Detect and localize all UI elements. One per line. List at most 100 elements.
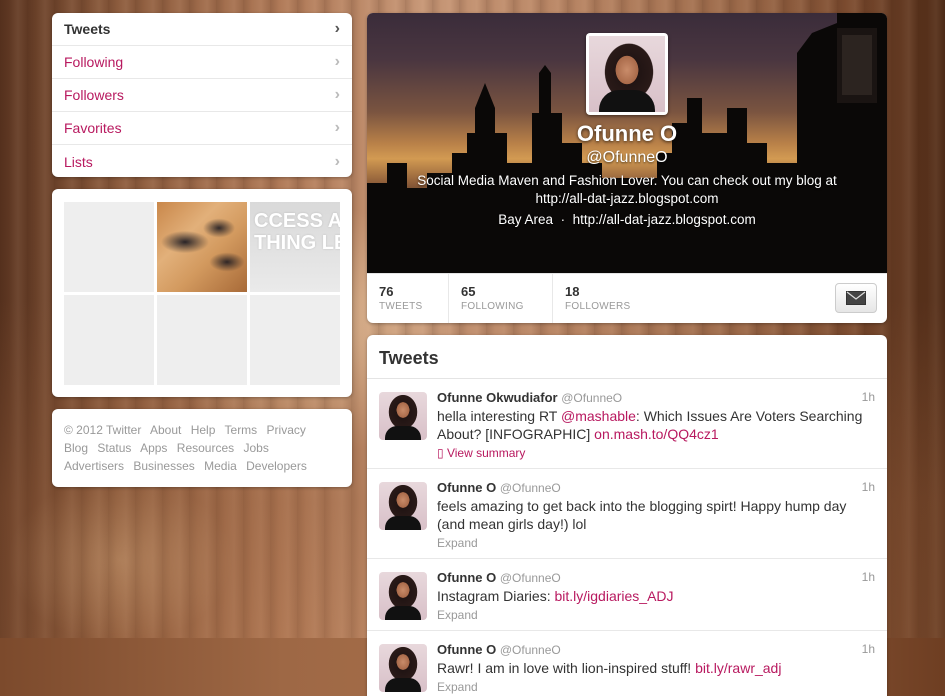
footer-link-media[interactable]: Media [204,459,237,473]
tweet-text: Instagram Diaries: bit.ly/igdiaries_ADJ [437,587,875,605]
footer-link-help[interactable]: Help [191,423,216,437]
tweet-item[interactable]: Ofunne O @OfunneO 1h Instagram Diaries: … [367,559,887,631]
avatar-image [589,36,665,112]
tweet-author-handle[interactable]: @OfunneO [500,643,561,657]
nav-item-label: Following [64,54,124,70]
stat-count: 65 [461,284,476,299]
profile-nav: Tweets › Following › Followers › Favorit… [52,13,352,177]
chevron-right-icon: › [334,119,340,136]
footer-link-resources[interactable]: Resources [177,441,234,455]
media-thumbnail[interactable] [250,295,340,385]
footer-link-blog[interactable]: Blog [64,441,88,455]
nav-item-followers[interactable]: Followers › [52,79,352,112]
tweet-avatar[interactable] [379,572,427,620]
media-thumbnail[interactable] [64,295,154,385]
tweet-text-part: Rawr! I am in love with lion-inspired st… [437,660,696,676]
footer-link-advertisers[interactable]: Advertisers [64,459,124,473]
tweet-timestamp[interactable]: 1h [862,480,875,494]
tweet-avatar[interactable] [379,392,427,440]
profile-url[interactable]: http://all-dat-jazz.blogspot.com [573,212,756,227]
footer-link-about[interactable]: About [150,423,181,437]
profile-location-line: Bay Area · http://all-dat-jazz.blogspot.… [367,212,887,227]
tweet-text-part: Instagram Diaries: [437,588,555,604]
tweet-link[interactable]: bit.ly/rawr_adj [695,660,781,676]
media-thumbnail[interactable] [64,202,154,292]
tweet-author-name[interactable]: Ofunne O [437,480,496,495]
document-icon: ▯ [437,446,444,460]
tweet-author-handle[interactable]: @OfunneO [561,391,622,405]
tweet-timestamp[interactable]: 1h [862,642,875,656]
stat-label: FOLLOWERS [565,301,631,312]
stat-label: FOLLOWING [461,301,524,312]
media-thumbnail[interactable] [157,295,247,385]
tweet-item[interactable]: Ofunne O @OfunneO 1h Rawr! I am in love … [367,631,887,696]
tweet-link[interactable]: bit.ly/igdiaries_ADJ [554,588,673,604]
tweet-avatar[interactable] [379,644,427,692]
nav-item-tweets[interactable]: Tweets › [52,13,352,46]
expand-link[interactable]: Expand [437,536,875,550]
tweet-item[interactable]: Ofunne Okwudiafor @OfunneO 1h hella inte… [367,379,887,469]
tweet-link[interactable]: on.mash.to/QQ4cz1 [594,426,719,442]
footer-link-developers[interactable]: Developers [246,459,307,473]
expand-link[interactable]: Expand [437,680,875,694]
tweet-author-name[interactable]: Ofunne O [437,570,496,585]
tweet-text: hella interesting RT @mashable: Which Is… [437,407,875,443]
media-thumbnail-text: CCESS AN THING LE [254,210,340,254]
stat-count: 18 [565,284,580,299]
chevron-right-icon: › [334,53,340,70]
profile-handle: @OfunneO [586,149,668,166]
view-summary-label: View summary [446,446,526,460]
separator-dot: · [560,212,566,227]
profile-avatar[interactable] [586,33,668,115]
footer-copyright: © 2012 Twitter [64,423,142,437]
tweet-item[interactable]: Ofunne O @OfunneO 1h feels amazing to ge… [367,469,887,559]
chevron-right-icon: › [334,86,340,103]
stream-title: Tweets [367,335,887,379]
profile-card: Ofunne O @OfunneO Social Media Maven and… [367,13,887,323]
tweet-text: feels amazing to get back into the blogg… [437,498,847,532]
nav-item-label: Lists [64,153,93,170]
nav-item-label: Followers [64,87,124,103]
tweet-timestamp[interactable]: 1h [862,570,875,584]
stat-followers[interactable]: 18 FOLLOWERS [553,274,663,323]
footer-link-apps[interactable]: Apps [140,441,167,455]
tweet-mention[interactable]: @mashable [561,408,636,424]
tweet-author-handle[interactable]: @OfunneO [500,481,561,495]
chevron-right-icon: › [334,20,340,37]
tweet-author-name[interactable]: Ofunne Okwudiafor [437,390,558,405]
profile-bio: Social Media Maven and Fashion Lover. Yo… [417,173,837,206]
stat-tweets[interactable]: 76 TWEETS [367,274,449,323]
envelope-icon [846,291,866,305]
chevron-right-icon: › [334,152,340,170]
footer-link-status[interactable]: Status [97,441,131,455]
media-gallery: CCESS AN THING LE [52,189,352,397]
nav-item-favorites[interactable]: Favorites › [52,112,352,145]
tweet-text: Rawr! I am in love with lion-inspired st… [437,659,875,677]
footer-link-jobs[interactable]: Jobs [243,441,268,455]
direct-message-button[interactable] [835,283,877,313]
stat-following[interactable]: 65 FOLLOWING [449,274,553,323]
nav-item-lists[interactable]: Lists › [52,145,352,177]
nav-item-following[interactable]: Following › [52,46,352,79]
tweet-stream: Tweets Ofunne Okwudiafor @OfunneO 1h hel… [367,335,887,696]
profile-stats: 76 TWEETS 65 FOLLOWING 18 FOLLOWERS [367,273,887,323]
tweet-timestamp[interactable]: 1h [862,390,875,404]
profile-name: Ofunne O [576,121,678,146]
tweet-avatar[interactable] [379,482,427,530]
footer-link-privacy[interactable]: Privacy [267,423,306,437]
media-thumbnail[interactable]: CCESS AN THING LE [250,202,340,292]
nav-item-label: Tweets [64,21,111,37]
view-summary-link[interactable]: ▯ View summary [437,446,875,460]
tweet-author-name[interactable]: Ofunne O [437,642,496,657]
media-thumbnail[interactable] [157,202,247,292]
site-footer: © 2012 Twitter About Help Terms Privacy … [52,409,352,487]
footer-link-businesses[interactable]: Businesses [133,459,194,473]
stat-label: TWEETS [379,301,423,312]
footer-link-terms[interactable]: Terms [225,423,258,437]
tweet-author-handle[interactable]: @OfunneO [500,571,561,585]
profile-header-image: Ofunne O @OfunneO Social Media Maven and… [367,13,887,273]
tweet-text-part: hella interesting RT [437,408,561,424]
stat-count: 76 [379,284,394,299]
expand-link[interactable]: Expand [437,608,875,622]
nav-item-label: Favorites [64,120,122,136]
